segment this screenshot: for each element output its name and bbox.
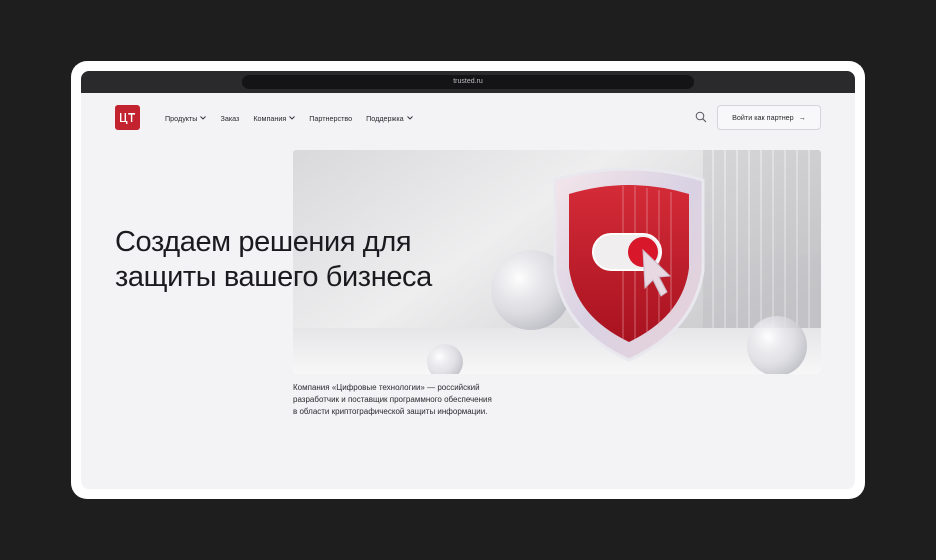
hero-headline-line: Создаем решения для	[115, 226, 412, 258]
hero-description-line: Компания «Цифровые технологии» — российс…	[293, 383, 480, 392]
main-nav: Продукты Заказ Компания Партнерство Подд…	[165, 111, 427, 125]
nav-item-order[interactable]: Заказ	[220, 114, 239, 123]
partner-login-label: Войти как партнер	[732, 113, 794, 122]
nav-item-label: Продукты	[165, 113, 198, 123]
nav-item-label: Поддержка	[366, 113, 404, 123]
nav-item-support[interactable]: Поддержка	[366, 114, 413, 123]
address-bar[interactable]: trusted.ru	[242, 75, 694, 89]
search-icon[interactable]	[695, 111, 707, 123]
company-logo[interactable]	[115, 105, 140, 130]
hero-description-line: в области криптографической защиты инфор…	[293, 407, 488, 416]
partner-login-button[interactable]: Войти как партнер →	[717, 105, 821, 130]
nav-item-company[interactable]: Компания	[253, 113, 296, 123]
nav-item-label: Партнерство	[309, 113, 353, 123]
browser-toolbar: trusted.ru	[81, 71, 855, 93]
nav-item-label: Компания	[253, 113, 287, 123]
chevron-down-icon	[289, 116, 296, 120]
glass-sphere	[747, 316, 807, 374]
browser-window: trusted.ru Продукты Заказ Компания Партн…	[81, 71, 855, 489]
device-frame: trusted.ru Продукты Заказ Компания Партн…	[71, 61, 865, 499]
nav-item-label: Заказ	[220, 113, 240, 123]
arrow-right-icon: →	[798, 113, 806, 122]
hero-headline-line: защиты вашего бизнеса	[115, 261, 432, 293]
logo-mark	[120, 112, 135, 124]
hero-description: Компания «Цифровые технологии» — российс…	[293, 382, 543, 418]
hero-headline: Создаем решения для защиты вашего бизнес…	[115, 225, 495, 295]
hero-description-line: разработчик и поставщик программного обе…	[293, 395, 492, 404]
nav-item-products[interactable]: Продукты	[165, 113, 207, 123]
nav-item-partnership[interactable]: Партнерство	[309, 114, 352, 123]
chevron-down-icon	[406, 116, 413, 120]
chevron-down-icon	[200, 116, 207, 120]
